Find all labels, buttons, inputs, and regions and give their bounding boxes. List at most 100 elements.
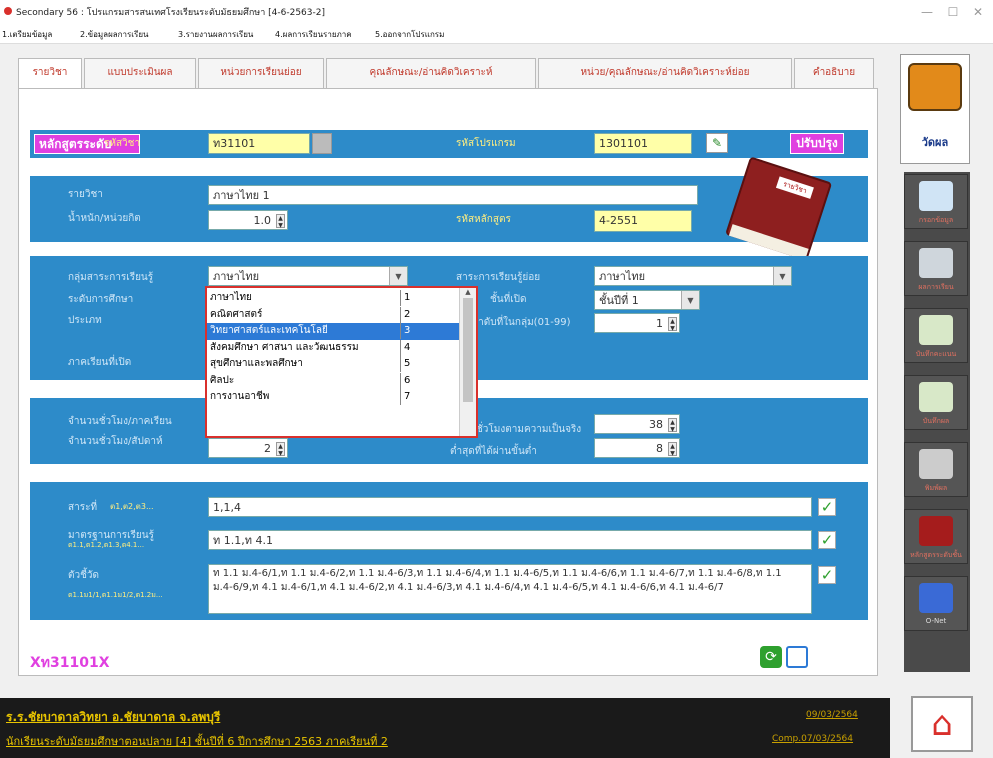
window-title: Secondary 56 : โปรแกรมสารสนเทศโรงเรียนระ… xyxy=(16,8,325,18)
dropdown-option[interactable]: คณิตศาสตร์ 2 xyxy=(207,306,459,324)
book-icon xyxy=(919,516,953,546)
home-icon[interactable]: ⌂ xyxy=(911,696,973,752)
learning-area-select[interactable]: ภาษาไทย ▼ xyxy=(208,266,408,286)
type-label: ประเภท xyxy=(68,315,102,326)
sidebar-btn-results[interactable]: ผลการเรียน xyxy=(904,241,968,296)
tab-bar: รายวิชา แบบประเมินผล หน่วยการเรียนย่อย ค… xyxy=(18,58,878,90)
status-bar: ร.ร.ชัยบาดาลวิทยา อ.ชัยบาดาล จ.ลพบุรี นั… xyxy=(0,698,890,758)
comp-date: Comp.07/03/2564 xyxy=(772,734,854,744)
level-label: ระดับการศึกษา xyxy=(68,294,134,305)
actual-hours-label: ชั่วโมงตามความเป็นจริง xyxy=(476,424,582,435)
subject-code-input[interactable]: ท31101 xyxy=(208,133,310,154)
menu-prepare[interactable]: 1.เตรียมข้อมูล xyxy=(2,28,52,41)
order-input[interactable]: 1 ▲ ▼ xyxy=(594,313,680,333)
close-button[interactable]: ✕ xyxy=(968,4,988,20)
sidebar-btn-curriculum[interactable]: หลักสูตรระดับชั้น xyxy=(904,509,968,564)
tab-learning-units[interactable]: หน่วยการเรียนย่อย xyxy=(198,58,324,88)
save-icon[interactable] xyxy=(786,646,808,668)
menu-semester[interactable]: 4.ผลการเรียนรายภาค xyxy=(275,28,352,41)
hours-per-week-label: จำนวนชั่วโมง/สัปดาห์ xyxy=(68,436,163,447)
indicator-check-icon[interactable]: ✓ xyxy=(818,566,836,584)
chevron-down-icon[interactable]: ▼ xyxy=(773,267,791,285)
semester-label: ภาคเรียนที่เปิด xyxy=(68,357,132,368)
app-icon xyxy=(4,7,12,15)
sub-area-value: ภาษาไทย xyxy=(599,270,646,283)
onet-icon xyxy=(919,583,953,613)
hours-spinner[interactable]: ▲ ▼ xyxy=(276,442,285,457)
menu-report[interactable]: 3.รายงานผลการเรียน xyxy=(178,28,253,41)
program-code-input[interactable]: 1301101 xyxy=(594,133,692,154)
strand-hint: ต1,ต2,ต3... xyxy=(110,502,154,511)
actual-hours-value: 38 xyxy=(649,418,663,431)
hours-per-week-input[interactable]: 2 ▲ ▼ xyxy=(208,438,288,458)
sidebar-btn-input[interactable]: กรอกข้อมูล xyxy=(904,174,968,229)
subject-code-display: Xท31101X xyxy=(30,655,110,671)
min-hours-spinner[interactable]: ▲ ▼ xyxy=(668,442,677,457)
dropdown-option[interactable]: สุขศึกษาและพลศึกษา 5 xyxy=(207,356,459,373)
record-icon xyxy=(919,382,953,412)
dropdown-option[interactable]: สังคมศึกษา ศาสนา และวัฒนธรรม 4 xyxy=(207,339,459,357)
tab-assessment[interactable]: แบบประเมินผล xyxy=(84,58,196,88)
actual-hours-spinner[interactable]: ▲ ▼ xyxy=(668,418,677,433)
chevron-down-icon[interactable]: ▼ xyxy=(681,291,699,309)
hours-per-semester-label: จำนวนชั่วโมง/ภาคเรียน xyxy=(68,416,172,427)
sidebar-btn-scores[interactable]: บันทึกคะแนน xyxy=(904,308,968,363)
update-button[interactable]: ปรับปรุง xyxy=(790,133,844,154)
min-hours-label: ต่ำสุดที่ได้ผ่านขั้นต่ำ xyxy=(450,446,537,457)
menu-exit[interactable]: 5.ออกจากโปรแกรม xyxy=(375,28,444,41)
order-spinner[interactable]: ▲ ▼ xyxy=(668,317,677,332)
dropdown-option-selected[interactable]: วิทยาศาสตร์และเทคโนโลยี 3 xyxy=(207,323,459,340)
dropdown-option[interactable]: ศิลปะ 6 xyxy=(207,372,459,390)
edit-pencil-icon[interactable]: ✎ xyxy=(706,133,728,153)
user-icon xyxy=(919,181,953,211)
chevron-down-icon[interactable]: ▼ xyxy=(389,267,407,285)
min-hours-value: 8 xyxy=(656,442,663,455)
tab-description[interactable]: คำอธิบาย xyxy=(794,58,874,88)
minimize-button[interactable]: — xyxy=(917,4,937,20)
semester-info: นักเรียนระดับมัธยมศึกษาตอนปลาย [4] ชั้นป… xyxy=(6,735,388,748)
dropdown-option[interactable]: ภาษาไทย 1 xyxy=(207,290,459,307)
title-bar: Secondary 56 : โปรแกรมสารสนเทศโรงเรียนระ… xyxy=(0,0,993,26)
scroll-up-icon[interactable]: ▲ xyxy=(460,288,476,296)
sub-area-label: สาระการเรียนรู้ย่อย xyxy=(456,272,541,283)
tab-attributes[interactable]: คุณลักษณะ/อ่านคิดวิเคราะห์ xyxy=(326,58,536,88)
maximize-button[interactable]: ☐ xyxy=(943,4,963,20)
school-name: ร.ร.ชัยบาดาลวิทยา อ.ชัยบาดาล จ.ลพบุรี xyxy=(6,710,221,724)
sidebar-btn-onet[interactable]: O-Net xyxy=(904,576,968,631)
grade-select[interactable]: ชั้นปีที่ 1 ▼ xyxy=(594,290,700,310)
weight-input[interactable]: 1.0 ▲ ▼ xyxy=(208,210,288,230)
tab-subject[interactable]: รายวิชา xyxy=(18,58,82,90)
pencil-icon xyxy=(919,315,953,345)
hours-per-week-value: 2 xyxy=(264,442,271,455)
tab-sub-attributes[interactable]: หน่วย/คุณลักษณะ/อ่านคิดวิเคราะห์ย่อย xyxy=(538,58,792,88)
learning-area-label: กลุ่มสาระการเรียนรู้ xyxy=(68,272,154,283)
standard-check-icon[interactable]: ✓ xyxy=(818,531,836,549)
menu-results[interactable]: 2.ข้อมูลผลการเรียน xyxy=(80,28,149,41)
subject-code-label: รหัสวิชา xyxy=(104,138,141,149)
actual-hours-input[interactable]: 38 ▲ ▼ xyxy=(594,414,680,434)
subject-code-lookup-button[interactable] xyxy=(312,133,332,154)
refresh-icon[interactable]: ⟳ xyxy=(760,646,782,668)
sidebar-btn-print[interactable]: พิมพ์ผล xyxy=(904,442,968,497)
measure-panel[interactable]: วัดผล xyxy=(900,54,970,164)
dropdown-scrollbar[interactable]: ▲ xyxy=(459,288,476,436)
dropdown-option[interactable]: การงานอาชีพ 7 xyxy=(207,389,459,406)
strand-check-icon[interactable]: ✓ xyxy=(818,498,836,516)
curriculum-code-input[interactable]: 4-2551 xyxy=(594,210,692,232)
learning-area-value: ภาษาไทย xyxy=(213,270,260,283)
briefcase-icon xyxy=(908,63,962,111)
program-code-label: รหัสโปรแกรม xyxy=(456,138,516,149)
weight-spinner[interactable]: ▲ ▼ xyxy=(276,214,285,229)
strand-input[interactable]: 1,1,4 xyxy=(208,497,812,517)
standard-input[interactable]: ท 1.1,ท 4.1 xyxy=(208,530,812,550)
weight-value: 1.0 xyxy=(253,214,272,227)
sidebar-btn-record[interactable]: บันทึกผล xyxy=(904,375,968,430)
standard-hint: ต1.1,ต1.2,ต1.3,ต4.1... xyxy=(68,541,145,549)
min-hours-input[interactable]: 8 ▲ ▼ xyxy=(594,438,680,458)
indicator-textarea[interactable]: ท 1.1 ม.4-6/1,ท 1.1 ม.4-6/2,ท 1.1 ม.4-6/… xyxy=(208,564,812,614)
menu-bar: 1.เตรียมข้อมูล 2.ข้อมูลผลการเรียน 3.รายง… xyxy=(0,26,993,44)
indicator-hint: ต1.1ม1/1,ต1.1ม1/2,ต1.2ม... xyxy=(68,591,163,599)
course-name-input[interactable]: ภาษาไทย 1 xyxy=(208,185,698,205)
scroll-thumb[interactable] xyxy=(463,298,473,402)
sub-area-select[interactable]: ภาษาไทย ▼ xyxy=(594,266,792,286)
